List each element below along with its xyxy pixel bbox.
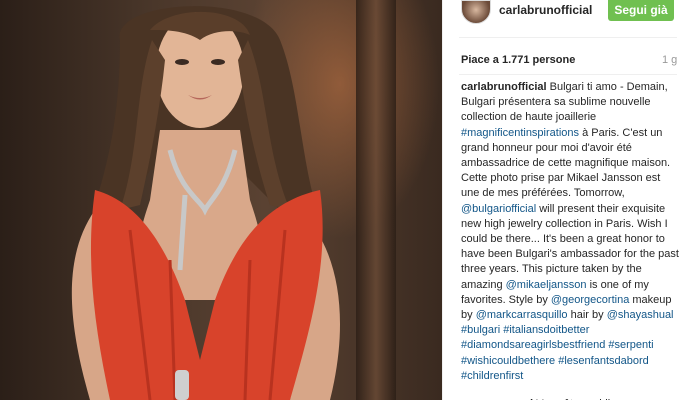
- comment-text: will present their exquisite new high je…: [461, 202, 679, 291]
- likes-separator: [459, 74, 677, 75]
- mention-link[interactable]: @markcarrasquillo: [476, 309, 568, 321]
- mention-link[interactable]: @shayashual: [607, 309, 674, 321]
- portrait-illustration: [71, 6, 340, 400]
- comment-item: carlabrunofficial Bulgari ti amo - Demai…: [461, 80, 679, 384]
- post-photo[interactable]: [0, 0, 442, 400]
- post-time[interactable]: 1 g: [662, 54, 677, 66]
- mention-link[interactable]: @bulgariofficial: [461, 203, 536, 215]
- panel-divider: [442, 0, 443, 400]
- hashtag-link[interactable]: #wishicouldbethere: [461, 355, 555, 367]
- header-separator: [459, 37, 677, 38]
- hashtag-link[interactable]: #bulgari: [461, 324, 500, 336]
- hashtag-link[interactable]: #magnificentinspirations: [461, 127, 579, 139]
- avatar[interactable]: [461, 0, 491, 24]
- hashtag-link[interactable]: #diamondsareagirlsbestfriend: [461, 339, 605, 351]
- likes-count[interactable]: Piace a 1.771 persone: [461, 54, 575, 66]
- following-button[interactable]: Segui già: [608, 0, 674, 21]
- hashtag-link[interactable]: #italiansdoitbetter: [503, 324, 589, 336]
- username-link[interactable]: carlabrunofficial: [499, 3, 592, 17]
- post-header: carlabrunofficial Segui già: [443, 0, 680, 37]
- hashtag-link[interactable]: #lesenfantsdabord: [558, 355, 649, 367]
- mention-link[interactable]: @georgecortina: [551, 294, 629, 306]
- mention-link[interactable]: @mikaeljansson: [506, 279, 587, 291]
- hashtag-link[interactable]: #childrenfirst: [461, 370, 523, 382]
- comment-author-link[interactable]: carlabrunofficial: [461, 81, 547, 93]
- comment-text: hair by: [567, 309, 607, 322]
- comments-list: carlabrunofficial Bulgari ti amo - Demai…: [461, 80, 679, 400]
- hashtag-link[interactable]: #serpenti: [608, 339, 653, 351]
